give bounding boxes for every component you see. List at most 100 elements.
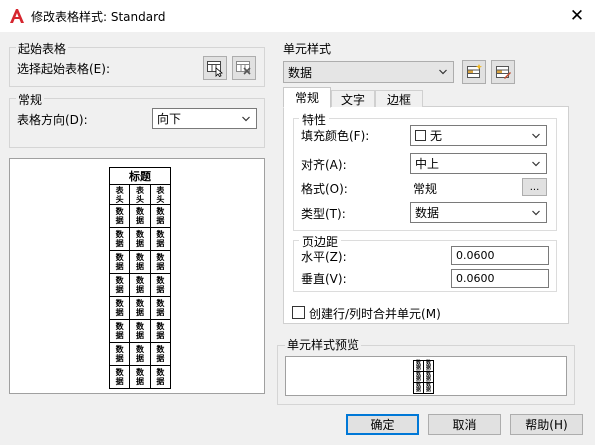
preview-header-cell: 表头: [129, 184, 151, 205]
preview-data-row: 数据数据数据: [108, 227, 172, 251]
type-select[interactable]: 数据: [410, 202, 547, 223]
cell-style-select[interactable]: 数据: [283, 61, 454, 83]
cell-style-value: 数据: [288, 65, 313, 80]
preview-data-cell: 数据: [108, 250, 131, 274]
preview-data-cell: 数据: [108, 273, 131, 297]
cell-style-preview: 数据数据数据数据数据数据: [285, 356, 567, 396]
horizontal-margin-input[interactable]: 0.0600: [451, 246, 549, 265]
preview-header-cell: 表头: [149, 184, 172, 205]
help-button[interactable]: 帮助(H): [510, 414, 583, 435]
type-label: 类型(T):: [301, 207, 346, 221]
direction-label: 表格方向(D):: [17, 113, 88, 127]
close-button[interactable]: ✕: [560, 2, 594, 30]
preview-data-row: 数据数据数据: [108, 342, 172, 366]
preview-data-cell: 数据: [129, 342, 151, 366]
preview-data-cell: 数据: [149, 342, 172, 366]
chevron-down-icon: [532, 133, 540, 138]
fill-color-label: 填充颜色(F):: [301, 129, 370, 143]
preview-data-cell: 数据: [108, 204, 131, 228]
mini-preview-row: 数据数据: [413, 360, 434, 372]
preview-header-row: 表头表头表头: [108, 184, 172, 205]
merge-cells-label: 创建行/列时合并单元(M): [309, 307, 441, 321]
preview-data-row: 数据数据数据: [108, 296, 172, 320]
preview-data-cell: 数据: [149, 365, 172, 389]
new-cell-style-icon: [467, 64, 482, 78]
preview-data-cell: 数据: [108, 319, 131, 343]
chevron-down-icon: [532, 161, 540, 166]
mini-preview-cell: 数据: [413, 371, 424, 383]
select-table-icon: [207, 61, 223, 77]
preview-data-cell: 数据: [129, 365, 151, 389]
preview-header-cell: 表头: [108, 184, 131, 205]
start-table-group-title: 起始表格: [16, 40, 69, 57]
select-start-table-label: 选择起始表格(E):: [17, 62, 110, 76]
format-label: 格式(O):: [301, 182, 348, 196]
new-cell-style-button[interactable]: [462, 60, 486, 84]
color-swatch: [415, 130, 426, 141]
manage-cell-styles-button[interactable]: [491, 60, 515, 84]
vertical-margin-label: 垂直(V):: [301, 272, 347, 286]
mini-preview-table: 数据数据数据数据数据数据: [413, 360, 434, 394]
delete-table-button[interactable]: [232, 56, 256, 80]
horizontal-margin-label: 水平(Z):: [301, 250, 347, 264]
preview-data-cell: 数据: [149, 296, 172, 320]
type-value: 数据: [415, 206, 440, 220]
preview-data-cell: 数据: [129, 204, 151, 228]
alignment-value: 中上: [415, 157, 440, 171]
mini-preview-cell: 数据: [423, 382, 434, 394]
preview-data-cell: 数据: [149, 204, 172, 228]
fill-color-select[interactable]: 无: [410, 125, 547, 146]
preview-data-cell: 数据: [149, 273, 172, 297]
format-browse-button[interactable]: ...: [522, 178, 547, 196]
preview-data-row: 数据数据数据: [108, 250, 172, 274]
general-group-title: 常规: [16, 91, 45, 108]
ok-button[interactable]: 确定: [346, 414, 419, 435]
format-value: 常规: [413, 182, 438, 196]
preview-data-cell: 数据: [108, 296, 131, 320]
cell-preview-title: 单元样式预览: [285, 336, 362, 353]
merge-cells-checkbox[interactable]: [292, 306, 305, 319]
direction-value: 向下: [157, 112, 182, 126]
cancel-button[interactable]: 取消: [428, 414, 501, 435]
preview-data-cell: 数据: [108, 227, 131, 251]
preview-data-cell: 数据: [129, 227, 151, 251]
preview-data-cell: 数据: [149, 250, 172, 274]
alignment-label: 对齐(A):: [301, 158, 347, 172]
properties-group-title: 特性: [299, 111, 330, 128]
chevron-down-icon: [532, 210, 540, 215]
preview-data-cell: 数据: [129, 319, 151, 343]
table-style-preview: 标题 表头表头表头数据数据数据数据数据数据数据数据数据数据数据数据数据数据数据数…: [9, 158, 265, 394]
preview-table: 标题 表头表头表头数据数据数据数据数据数据数据数据数据数据数据数据数据数据数据数…: [108, 167, 172, 389]
preview-data-row: 数据数据数据: [108, 273, 172, 297]
mini-preview-cell: 数据: [423, 371, 434, 383]
alignment-select[interactable]: 中上: [410, 153, 547, 174]
preview-data-cell: 数据: [149, 227, 172, 251]
mini-preview-cell: 数据: [413, 382, 424, 394]
preview-data-cell: 数据: [108, 342, 131, 366]
preview-data-cell: 数据: [149, 319, 172, 343]
chevron-down-icon: [439, 69, 447, 75]
tab-border[interactable]: 边框: [375, 90, 423, 107]
autocad-logo-icon: [8, 7, 26, 25]
preview-data-cell: 数据: [129, 273, 151, 297]
tab-general[interactable]: 常规: [283, 87, 331, 108]
preview-data-row: 数据数据数据: [108, 319, 172, 343]
vertical-margin-input[interactable]: 0.0600: [451, 269, 549, 288]
tab-text[interactable]: 文字: [331, 90, 375, 107]
direction-select[interactable]: 向下: [152, 108, 257, 129]
delete-table-icon: [236, 61, 251, 75]
fill-color-value: 无: [430, 129, 443, 143]
select-table-button[interactable]: [203, 56, 227, 80]
preview-title-row: 标题: [109, 167, 171, 185]
cell-style-title: 单元样式: [283, 42, 332, 56]
mini-preview-cell: 数据: [423, 360, 434, 372]
mini-preview-cell: 数据: [413, 360, 424, 372]
preview-data-row: 数据数据数据: [108, 365, 172, 389]
window-title: 修改表格样式: Standard: [31, 10, 166, 24]
chevron-down-icon: [242, 116, 250, 121]
preview-data-cell: 数据: [129, 250, 151, 274]
preview-title-cell: 标题: [109, 167, 171, 185]
preview-data-cell: 数据: [108, 365, 131, 389]
manage-cell-styles-icon: [496, 66, 511, 79]
preview-data-row: 数据数据数据: [108, 204, 172, 228]
